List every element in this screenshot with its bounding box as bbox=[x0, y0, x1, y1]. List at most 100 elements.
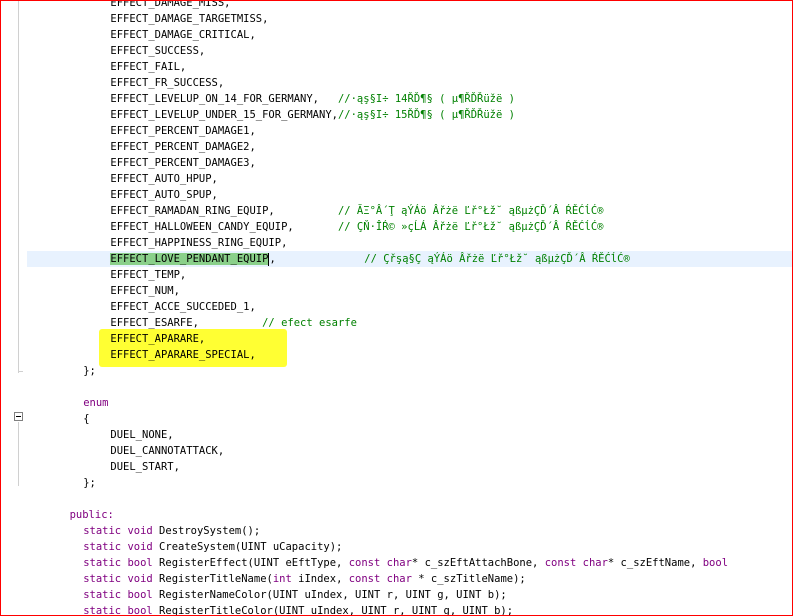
code-text: EFFECT_APARARE_SPECIAL, bbox=[110, 347, 255, 363]
keyword: const char bbox=[544, 557, 608, 569]
code-line[interactable]: }; bbox=[1, 475, 792, 491]
code-text: EFFECT_LEVELUP_UNDER_15_FOR_GERMANY,//·ą… bbox=[110, 107, 515, 123]
code-text: public: bbox=[70, 507, 114, 523]
code-line[interactable] bbox=[1, 379, 792, 395]
code-line[interactable]: }; bbox=[1, 363, 792, 379]
keyword: static void bbox=[83, 525, 160, 537]
keyword: const char bbox=[348, 557, 412, 569]
identifier: EFFECT_RAMADAN_RING_EQUIP, bbox=[110, 205, 338, 217]
code-line[interactable]: EFFECT_APARARE_SPECIAL, bbox=[1, 347, 792, 363]
code-token: RegisterTitleName( bbox=[159, 573, 273, 585]
identifier: EFFECT_APARARE_SPECIAL, bbox=[110, 349, 256, 361]
identifier: }; bbox=[83, 477, 96, 489]
code-line[interactable]: EFFECT_NUM, bbox=[1, 283, 792, 299]
code-text: EFFECT_RAMADAN_RING_EQUIP, // ĂΞ°Â´Ţ ąÝÁ… bbox=[110, 203, 603, 219]
code-line[interactable]: DUEL_START, bbox=[1, 459, 792, 475]
code-line[interactable]: static void CreateSystem(UINT uCapacity)… bbox=[1, 539, 792, 555]
code-line[interactable] bbox=[1, 491, 792, 507]
code-text: static bool RegisterNameColor(UINT uInde… bbox=[83, 587, 507, 603]
code-line[interactable]: EFFECT_FAIL, bbox=[1, 59, 792, 75]
keyword: static bool bbox=[83, 605, 160, 616]
identifier: EFFECT_LEVELUP_ON_14_FOR_GERMANY, bbox=[110, 93, 338, 105]
code-text: EFFECT_NUM, bbox=[110, 283, 180, 299]
code-text: DUEL_START, bbox=[110, 459, 180, 475]
code-text: EFFECT_ACCE_SUCCEDED_1, bbox=[110, 299, 255, 315]
code-text: EFFECT_AUTO_SPUP, bbox=[110, 187, 217, 203]
code-line[interactable]: enum bbox=[1, 395, 792, 411]
identifier: EFFECT_DAMAGE_TARGETMISS, bbox=[110, 13, 269, 25]
selected-identifier: EFFECT_LOVE_PENDANT_EQUIP bbox=[110, 253, 269, 265]
code-line[interactable]: EFFECT_HAPPINESS_RING_EQUIP, bbox=[1, 235, 792, 251]
code-comment: // ÇŇ·ÎŔ© »çĹÁ Âřżë Ľř°Łž˘ ąßµżÇĎ´Â ŔĚĆĺ… bbox=[337, 221, 604, 233]
code-text: }; bbox=[83, 363, 96, 379]
code-line[interactable]: EFFECT_RAMADAN_RING_EQUIP, // ĂΞ°Â´Ţ ąÝÁ… bbox=[1, 203, 792, 219]
code-line[interactable]: EFFECT_LEVELUP_ON_14_FOR_GERMANY, //·ąş§… bbox=[1, 91, 792, 107]
code-line[interactable]: static bool RegisterEffect(UINT eEftType… bbox=[1, 555, 792, 571]
code-text: EFFECT_DAMAGE_TARGETMISS, bbox=[110, 11, 268, 27]
code-line[interactable]: static void RegisterTitleName(int iIndex… bbox=[1, 571, 792, 587]
keyword: static void bbox=[83, 573, 160, 585]
code-line[interactable]: EFFECT_LOVE_PENDANT_EQUIP, // Çřşą§Ç ąÝÁ… bbox=[27, 251, 792, 267]
code-text: EFFECT_PERCENT_DAMAGE2, bbox=[110, 139, 255, 155]
code-line[interactable]: static void DestroySystem(); bbox=[1, 523, 792, 539]
identifier: EFFECT_ACCE_SUCCEDED_1, bbox=[110, 301, 256, 313]
code-text: EFFECT_FR_SUCCESS, bbox=[110, 75, 224, 91]
code-line[interactable]: static bool RegisterNameColor(UINT uInde… bbox=[1, 587, 792, 603]
keyword: bool bbox=[702, 557, 729, 569]
identifier: DUEL_CANNOTATTACK, bbox=[110, 445, 225, 457]
code-line[interactable]: static bool RegisterTitleColor(UINT uInd… bbox=[1, 603, 792, 616]
keyword: static void bbox=[83, 541, 160, 553]
identifier: DUEL_START, bbox=[110, 461, 180, 473]
identifier: EFFECT_SUCCESS, bbox=[110, 45, 206, 57]
keyword: enum bbox=[83, 397, 109, 409]
code-line[interactable]: EFFECT_PERCENT_DAMAGE1, bbox=[1, 123, 792, 139]
code-text: DUEL_CANNOTATTACK, bbox=[110, 443, 224, 459]
code-line[interactable]: EFFECT_FR_SUCCESS, bbox=[1, 75, 792, 91]
code-line[interactable]: DUEL_NONE, bbox=[1, 427, 792, 443]
code-line[interactable]: EFFECT_TEMP, bbox=[1, 267, 792, 283]
code-comment: //·ąş§I÷ 15ŘĎ¶§ ( µ¶ŘĎŘüžë ) bbox=[337, 109, 515, 121]
code-token: RegisterNameColor(UINT uIndex, UINT r, U… bbox=[159, 589, 507, 601]
code-line[interactable]: EFFECT_APARARE, bbox=[1, 331, 792, 347]
code-line[interactable]: EFFECT_AUTO_SPUP, bbox=[1, 187, 792, 203]
identifier: EFFECT_AUTO_HPUP, bbox=[110, 173, 218, 185]
identifier: EFFECT_LEVELUP_UNDER_15_FOR_GERMANY, bbox=[110, 109, 338, 121]
code-text: EFFECT_DAMAGE_MISS, bbox=[110, 1, 230, 11]
code-line[interactable]: EFFECT_DAMAGE_MISS, bbox=[1, 1, 792, 11]
code-token: * c_szEftName, bbox=[607, 557, 703, 569]
code-text: EFFECT_LEVELUP_ON_14_FOR_GERMANY, //·ąş§… bbox=[110, 91, 515, 107]
code-text: EFFECT_HALLOWEEN_CANDY_EQUIP, // ÇŇ·ÎŔ© … bbox=[110, 219, 603, 235]
identifier: EFFECT_TEMP, bbox=[110, 269, 187, 281]
code-text: EFFECT_PERCENT_DAMAGE3, bbox=[110, 155, 255, 171]
code-line[interactable]: EFFECT_DAMAGE_CRITICAL, bbox=[1, 27, 792, 43]
code-line[interactable]: EFFECT_ACCE_SUCCEDED_1, bbox=[1, 299, 792, 315]
code-line[interactable]: DUEL_CANNOTATTACK, bbox=[1, 443, 792, 459]
code-token: iIndex, bbox=[291, 573, 349, 585]
code-line[interactable]: EFFECT_PERCENT_DAMAGE3, bbox=[1, 155, 792, 171]
code-editor[interactable]: EFFECT_DAMAGE_MISS, EFFECT_DAMAGE_TARGETM… bbox=[0, 0, 793, 616]
code-line[interactable]: EFFECT_SUCCESS, bbox=[1, 43, 792, 59]
code-text: EFFECT_HAPPINESS_RING_EQUIP, bbox=[110, 235, 287, 251]
code-token: CreateSystem(UINT uCapacity); bbox=[159, 541, 343, 553]
keyword: static bool bbox=[83, 557, 160, 569]
code-line[interactable]: public: bbox=[1, 507, 792, 523]
code-text: static bool RegisterEffect(UINT eEftType… bbox=[83, 555, 728, 571]
code-line[interactable]: EFFECT_ESARFE, // efect esarfe bbox=[1, 315, 792, 331]
identifier: EFFECT_PERCENT_DAMAGE1, bbox=[110, 125, 256, 137]
code-line[interactable]: { bbox=[1, 411, 792, 427]
code-line[interactable]: EFFECT_HALLOWEEN_CANDY_EQUIP, // ÇŇ·ÎŔ© … bbox=[1, 219, 792, 235]
code-line[interactable]: EFFECT_DAMAGE_TARGETMISS, bbox=[1, 11, 792, 27]
keyword: const char bbox=[348, 573, 412, 585]
identifier: { bbox=[83, 413, 90, 425]
identifier: EFFECT_APARARE, bbox=[110, 333, 206, 345]
identifier: EFFECT_NUM, bbox=[110, 285, 180, 297]
identifier: EFFECT_DAMAGE_CRITICAL, bbox=[110, 29, 256, 41]
code-text: EFFECT_DAMAGE_CRITICAL, bbox=[110, 27, 255, 43]
identifier: EFFECT_FR_SUCCESS, bbox=[110, 77, 225, 89]
code-line[interactable]: EFFECT_PERCENT_DAMAGE2, bbox=[1, 139, 792, 155]
code-line[interactable]: EFFECT_LEVELUP_UNDER_15_FOR_GERMANY,//·ą… bbox=[1, 107, 792, 123]
code-text: EFFECT_APARARE, bbox=[110, 331, 205, 347]
code-line[interactable]: EFFECT_AUTO_HPUP, bbox=[1, 171, 792, 187]
identifier: EFFECT_ESARFE, bbox=[110, 317, 263, 329]
code-text: { bbox=[83, 411, 89, 427]
